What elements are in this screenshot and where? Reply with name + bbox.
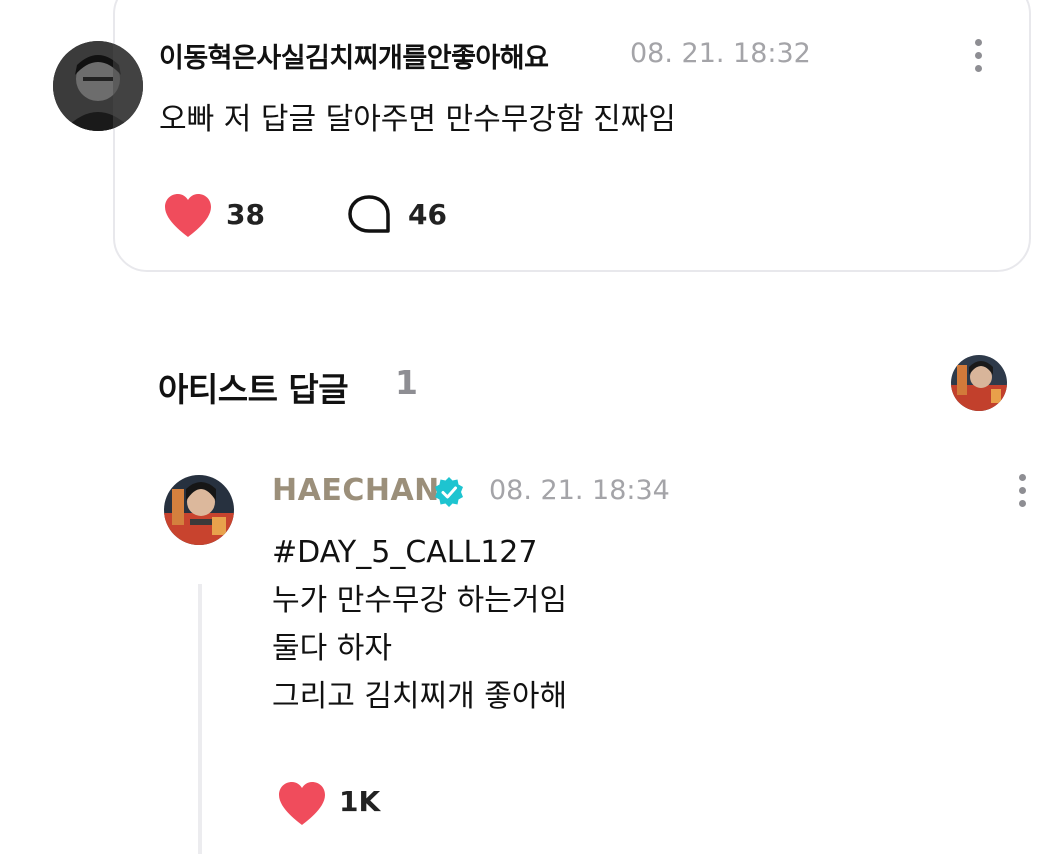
reply-line: 그리고 김치찌개 좋아해	[272, 679, 568, 714]
thread-line	[198, 584, 202, 854]
artist-reply-count: 1	[395, 363, 418, 402]
more-vertical-icon[interactable]	[1016, 474, 1028, 507]
artist-like-count: 1K	[339, 785, 381, 818]
fan-avatar[interactable]	[53, 41, 143, 131]
more-vertical-icon[interactable]	[972, 39, 984, 72]
fan-username[interactable]: 이동혁은사실김치찌개를안좋아해요	[159, 36, 549, 75]
fan-comment-text: 오빠 저 답글 달아주면 만수무강함 진짜임	[159, 102, 676, 137]
artist-timestamp: 08. 21. 18:34	[489, 475, 670, 506]
reply-line: 누가 만수무강 하는거임	[272, 583, 568, 618]
fan-like-count: 38	[226, 198, 265, 231]
heart-icon[interactable]	[163, 193, 213, 238]
reply-line: 둘다 하자	[272, 631, 392, 666]
artist-reply-text: #DAY_5_CALL127 누가 만수무강 하는거임 둘다 하자 그리고 김치…	[272, 529, 567, 721]
artist-reply-section-title: 아티스트 답글	[158, 370, 349, 409]
reply-line: #DAY_5_CALL127	[272, 535, 538, 570]
verified-badge-icon	[435, 477, 463, 507]
artist-section-avatar[interactable]	[951, 355, 1007, 411]
artist-username[interactable]: HAECHAN	[272, 473, 440, 508]
fan-timestamp: 08. 21. 18:32	[630, 38, 811, 69]
speech-bubble-icon[interactable]	[346, 194, 392, 236]
heart-icon[interactable]	[277, 781, 327, 826]
haechan-avatar[interactable]	[164, 475, 234, 545]
fan-reply-count: 46	[408, 198, 447, 231]
